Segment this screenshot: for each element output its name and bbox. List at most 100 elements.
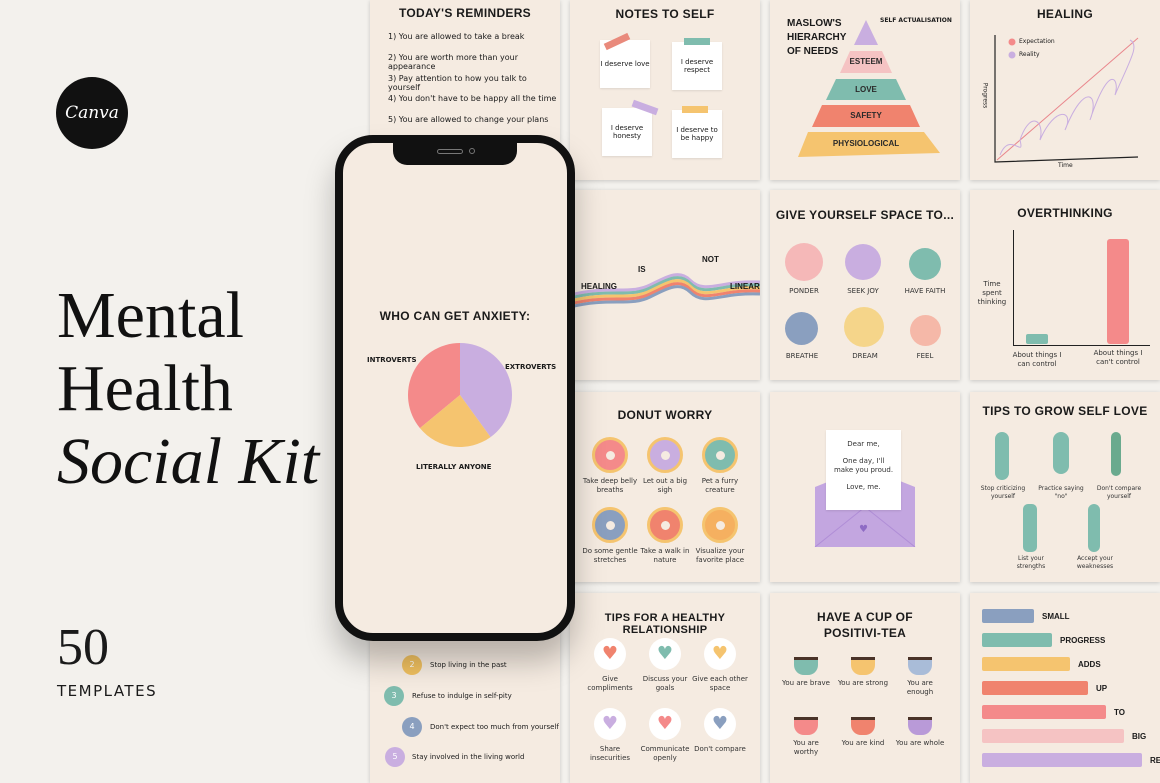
card-selflove[interactable]: TIPS TO GROW SELF LOVE Stop criticizing … xyxy=(970,392,1160,582)
wave-word: LINEAR xyxy=(730,282,760,291)
tea-item: You are brave xyxy=(782,679,830,687)
progress-label: BIG xyxy=(1132,732,1147,741)
cactus-icon xyxy=(1088,504,1100,552)
progress-bar xyxy=(982,681,1088,695)
phone-notch xyxy=(393,143,517,165)
space-item: PONDER xyxy=(789,287,819,295)
relationship-item: Don't compare xyxy=(694,745,746,753)
relationship-item: Share insecurities xyxy=(589,745,631,763)
phone-mockup: WHO CAN GET ANXIETY: INTROVERTS EXTROVER… xyxy=(335,135,575,641)
card-progress[interactable]: SMALL PROGRESS ADDS UP TO BIG RESULTS xyxy=(970,593,1160,783)
card-space[interactable]: GIVE YOURSELF SPACE TO... PONDER SEEK JO… xyxy=(770,190,960,380)
planet-icon xyxy=(785,243,823,281)
heart-badge-icon: ♥ xyxy=(649,708,681,740)
step-text: Stop living in the past xyxy=(430,661,507,669)
legend-marker xyxy=(1008,51,1016,59)
progress-bar xyxy=(982,657,1070,671)
card-letter[interactable]: Dear me, One day, I'll make you proud. L… xyxy=(770,392,960,582)
wave-word: IS xyxy=(638,265,646,274)
heart-badge-icon: ♥ xyxy=(594,708,626,740)
card-donut[interactable]: DONUT WORRY Take deep belly breaths Let … xyxy=(570,392,760,582)
selflove-title: TIPS TO GROW SELF LOVE xyxy=(982,404,1148,418)
card-relationship[interactable]: TIPS FOR A HEALTHY RELATIONSHIP ♥ Give c… xyxy=(570,593,760,783)
title-line-1: Mental xyxy=(57,279,244,352)
step-badge: 5 xyxy=(385,747,405,767)
y-axis xyxy=(1013,230,1014,346)
progress-bar xyxy=(982,729,1124,743)
space-item: DREAM xyxy=(852,352,878,360)
step-text: Refuse to indulge in self-pity xyxy=(412,692,512,700)
letter-line: Dear me, xyxy=(847,440,880,448)
maslow-level: ESTEEM xyxy=(849,57,883,66)
note: I deserve respect xyxy=(672,42,722,90)
cactus-icon xyxy=(995,432,1009,480)
selflove-item: Don't compare yourself xyxy=(1096,485,1142,500)
maslow-level: LOVE xyxy=(855,85,877,94)
planet-icon xyxy=(844,307,884,347)
cactus-icon xyxy=(1023,504,1037,552)
card-notes[interactable]: NOTES TO SELF I deserve love I deserve r… xyxy=(570,0,760,180)
progress-label: UP xyxy=(1096,684,1108,693)
reminder-item: 3) Pay attention to how you talk to your… xyxy=(388,74,527,92)
progress-bar xyxy=(982,753,1142,767)
relationship-item: Give compliments xyxy=(587,675,633,693)
space-title: GIVE YOURSELF SPACE TO... xyxy=(775,208,955,222)
progress-label: TO xyxy=(1114,708,1125,717)
donut-item: Visualize your favorite place xyxy=(695,547,745,565)
donut-item: Let out a big sigh xyxy=(642,477,688,495)
step-badge: 2 xyxy=(402,655,422,675)
cactus-icon xyxy=(1053,432,1069,474)
tea-cup-icon xyxy=(851,657,875,675)
heart-badge-icon: ♥ xyxy=(649,638,681,670)
heart-icon: ♥ xyxy=(859,524,868,535)
relationship-item: Communicate openly xyxy=(640,745,690,763)
camera-icon xyxy=(469,148,475,154)
progress-bar xyxy=(982,633,1052,647)
x-axis-label: Time xyxy=(1058,162,1073,169)
wave-word: NOT xyxy=(702,255,719,264)
template-count-label: TEMPLATES xyxy=(57,682,158,700)
relationship-title: TIPS FOR A HEALTHY RELATIONSHIP xyxy=(604,612,726,636)
donut-title: DONUT WORRY xyxy=(617,408,713,422)
selflove-item: Accept your weaknesses xyxy=(1076,555,1114,570)
reminder-item: 4) You don't have to be happy all the ti… xyxy=(388,94,557,103)
progress-label: ADDS xyxy=(1078,660,1101,669)
donut-icon xyxy=(702,507,738,543)
donut-icon xyxy=(647,507,683,543)
tea-cup-icon xyxy=(908,657,932,675)
heart-badge-icon: ♥ xyxy=(594,638,626,670)
tea-cup-icon xyxy=(794,717,818,735)
legend-label: Reality xyxy=(1019,51,1040,58)
progress-label: PROGRESS xyxy=(1060,636,1106,645)
step-badge: 4 xyxy=(402,717,422,737)
y-axis-label: Time spent thinking xyxy=(977,280,1007,307)
card-tea[interactable]: HAVE A CUP OF POSITIVI-TEA You are brave… xyxy=(770,593,960,783)
note: I deserve honesty xyxy=(602,108,652,156)
tea-item: You are enough xyxy=(906,679,934,697)
title-line-3: Social Kit xyxy=(57,425,320,498)
donut-item: Do some gentle stretches xyxy=(582,547,638,565)
card-overthinking[interactable]: OVERTHINKING Time spent thinking About t… xyxy=(970,190,1160,380)
speaker-icon xyxy=(437,149,463,154)
tea-cup-icon xyxy=(908,717,932,735)
card-maslow[interactable]: MASLOW'S HIERARCHY OF NEEDS SELF ACTUALI… xyxy=(770,0,960,180)
card-healing[interactable]: HEALING Expectation Reality Progress Tim… xyxy=(970,0,1160,180)
donut-icon xyxy=(702,437,738,473)
tea-cup-icon xyxy=(794,657,818,675)
notes-title: NOTES TO SELF xyxy=(615,7,715,21)
donut-icon xyxy=(592,507,628,543)
step-badge: 3 xyxy=(384,686,404,706)
title-line-2: Health xyxy=(57,352,233,425)
pie-label: LITERALLY ANYONE xyxy=(416,463,492,471)
relationship-item: Give each other space xyxy=(692,675,748,693)
phone-post-title: WHO CAN GET ANXIETY: xyxy=(379,309,531,323)
tea-item: You are strong xyxy=(837,679,889,687)
legend-label: Expectation xyxy=(1019,38,1055,45)
tea-cup-icon xyxy=(851,717,875,735)
space-item: HAVE FAITH xyxy=(904,287,946,295)
tape-icon xyxy=(684,38,710,45)
canva-logo: Canva xyxy=(56,77,128,149)
tape-icon xyxy=(682,106,708,113)
bar-label: About things I can't control xyxy=(1093,349,1143,367)
overthinking-title: OVERTHINKING xyxy=(1017,206,1113,220)
